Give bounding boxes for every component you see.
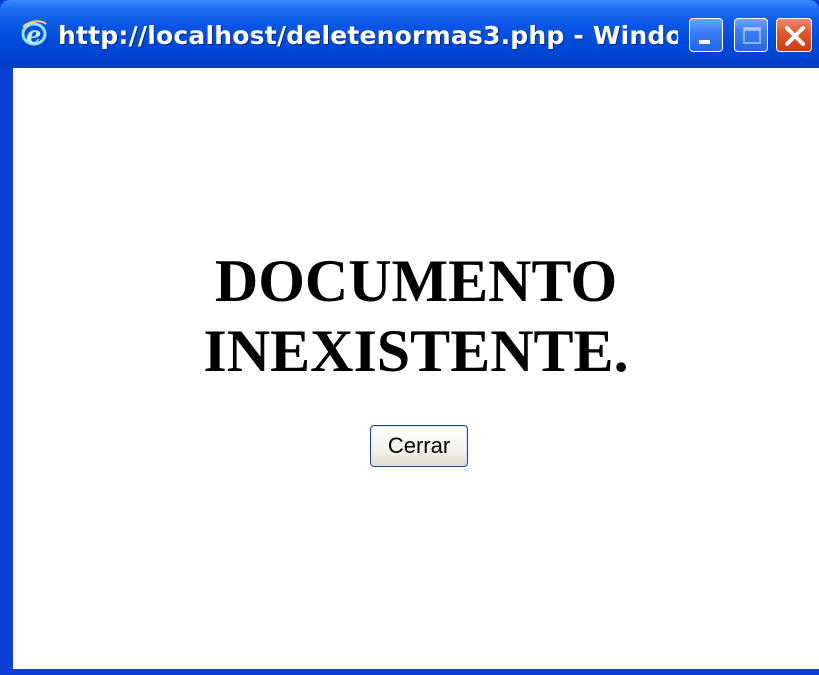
error-message-line-1: DOCUMENTO: [214, 248, 618, 314]
window-title: http://localhost/deletenormas3.php - Win…: [58, 21, 678, 50]
close-window-button[interactable]: [776, 18, 812, 52]
close-icon: [785, 26, 805, 46]
minimize-button[interactable]: [689, 18, 723, 52]
cerrar-button[interactable]: Cerrar: [370, 425, 468, 467]
page-content: DOCUMENTO INEXISTENTE. Cerrar: [13, 68, 819, 671]
maximize-button[interactable]: [734, 18, 768, 52]
minimize-icon: [699, 40, 710, 44]
maximize-icon: [743, 27, 761, 44]
window-bottom-border: [0, 669, 819, 675]
error-message: DOCUMENTO INEXISTENTE.: [13, 246, 819, 386]
internet-explorer-icon: e: [20, 18, 48, 49]
error-message-line-2: INEXISTENTE.: [203, 318, 629, 384]
browser-popup-window: e http://localhost/deletenormas3.php - W…: [0, 0, 819, 675]
title-bar[interactable]: e http://localhost/deletenormas3.php - W…: [0, 0, 819, 68]
